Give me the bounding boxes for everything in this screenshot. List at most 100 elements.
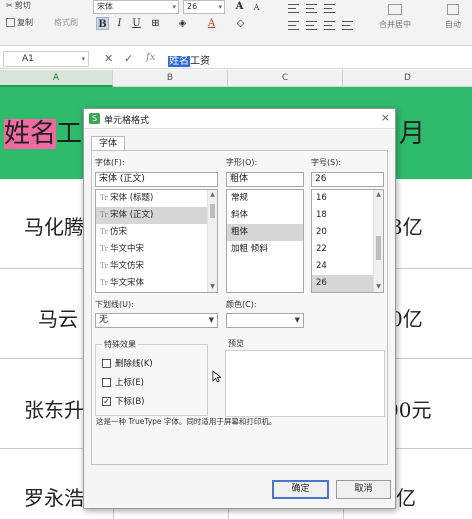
subscript-checkbox[interactable]: ✓ — [102, 396, 111, 406]
column-header-b[interactable]: B — [113, 70, 228, 87]
strikethrough-option[interactable]: 删除线(K) — [102, 357, 153, 369]
font-size-list-item-label: 24 — [316, 261, 327, 271]
preview-box — [225, 350, 385, 417]
formula-input[interactable]: 姓名工资 — [168, 52, 210, 67]
font-size-combo[interactable]: 26 ▾ — [183, 0, 225, 14]
font-size-list[interactable]: 16 18 20 22 24 26 ▲ ▼ — [311, 189, 384, 293]
align-center-icon[interactable] — [306, 21, 317, 30]
cancel-icon[interactable]: ✕ — [104, 52, 113, 65]
cell-name[interactable]: 罗永浩 — [24, 482, 84, 511]
column-header-a[interactable]: A — [0, 70, 113, 87]
font-name-list-item[interactable]: Tr 华文仿宋 — [96, 258, 217, 275]
confirm-icon[interactable]: ✓ — [124, 52, 133, 65]
cell-salary[interactable]: 亿 — [396, 482, 416, 511]
underline-select[interactable]: 无 ▼ — [95, 313, 218, 328]
underline-value: 无 — [99, 315, 109, 325]
align-middle-icon[interactable] — [306, 4, 317, 13]
align-right-icon[interactable] — [324, 21, 335, 30]
fill-color-icon[interactable]: ◈ — [176, 17, 189, 30]
formula-text: 工资 — [190, 56, 210, 67]
font-name-list-item[interactable]: Tr 宋体 (标题) — [96, 190, 217, 207]
font-name-input[interactable]: 宋体 (正文) — [95, 172, 218, 187]
subscript-option[interactable]: ✓ 下标(B) — [102, 395, 144, 407]
font-name-list-item[interactable]: Tr 宋体 (正文) — [96, 207, 217, 224]
superscript-option[interactable]: 上标(E) — [102, 376, 144, 388]
truetype-icon: Tr — [100, 194, 109, 202]
format-cells-dialog: S 单元格格式 × 字体 字体(F): 宋体 (正文) Tr 宋体 (标题) Tr 宋… — [83, 108, 396, 509]
ribbon-toolbar: ✂ 剪切 复制 格式刷 宋体 ▾ 26 ▾ A A B I U ⊞ ◈ A ◇ … — [0, 0, 472, 46]
cell-name[interactable]: 马云 — [38, 303, 78, 332]
tab-font[interactable]: 字体 — [91, 136, 125, 151]
column-header-d[interactable]: D — [343, 70, 472, 87]
font-style-input[interactable]: 粗体 — [226, 172, 304, 187]
insert-function-icon[interactable]: fx — [146, 52, 155, 63]
copy-button[interactable]: 复制 — [6, 17, 33, 28]
cell-name[interactable]: 马化腾 — [24, 211, 84, 240]
border-icon[interactable]: ⊞ — [149, 17, 162, 30]
font-name-combo[interactable]: 宋体 ▾ — [93, 0, 179, 14]
cell-name[interactable]: 张东升 — [24, 394, 84, 423]
font-name-list-item[interactable]: Tr 仿宋 — [96, 224, 217, 241]
font-size-input[interactable]: 26 — [311, 172, 384, 187]
cell-d1[interactable]: 月 — [399, 113, 425, 150]
increase-font-icon[interactable]: A — [233, 0, 246, 13]
column-headers: A B C D — [0, 70, 472, 87]
font-style-list-item[interactable]: 斜体 — [227, 207, 303, 224]
font-color-icon[interactable]: A — [205, 17, 218, 30]
font-name-list[interactable]: Tr 宋体 (标题) Tr 宋体 (正文) Tr 仿宋 Tr 华文中宋 Tr 华文仿宋 Tr 华文宋体… — [95, 189, 218, 293]
scroll-up-icon[interactable]: ▲ — [208, 190, 217, 200]
truetype-icon: Tr — [100, 228, 109, 236]
scroll-thumb[interactable] — [210, 204, 215, 218]
font-style-list[interactable]: 常规斜体粗体 加粗 倾斜 — [226, 189, 304, 293]
cell-a1[interactable]: 姓名工 — [4, 113, 82, 150]
strikethrough-checkbox[interactable] — [102, 358, 111, 368]
scroll-thumb[interactable] — [376, 236, 381, 260]
bold-button[interactable]: B — [96, 17, 109, 30]
format-painter-button[interactable]: 格式刷 — [54, 17, 78, 28]
merge-cells-icon — [388, 4, 402, 15]
size-list-scrollbar[interactable]: ▲ ▼ — [373, 190, 383, 292]
column-header-c[interactable]: C — [228, 70, 343, 87]
close-icon[interactable]: × — [381, 111, 390, 124]
scissors-icon: ✂ — [6, 1, 13, 10]
underline-button[interactable]: U — [130, 17, 143, 30]
font-style-list-item[interactable]: 粗体 — [227, 224, 303, 241]
align-left-icon[interactable] — [288, 21, 299, 30]
font-info-note: 这是一种 TrueType 字体。同时适用于屏幕和打印机。 — [96, 417, 277, 426]
font-name-list-item-label: 华文宋体 — [110, 278, 145, 288]
cell-a1-highlight-text: 姓名 — [4, 119, 57, 149]
clear-format-icon[interactable]: ◇ — [234, 17, 247, 30]
cancel-button[interactable]: 取消 — [336, 480, 391, 499]
superscript-checkbox[interactable] — [102, 377, 111, 387]
scroll-down-icon[interactable]: ▼ — [208, 282, 217, 292]
font-name-list-item-label: 仿宋 — [110, 227, 128, 237]
font-style-list-item[interactable]: 加粗 倾斜 — [227, 241, 303, 258]
font-style-list-item[interactable]: 常规 — [227, 190, 303, 207]
chevron-down-icon: ▾ — [218, 3, 222, 11]
italic-button[interactable]: I — [113, 17, 126, 30]
font-name-list-item-label: 宋体 (标题) — [110, 193, 154, 203]
mouse-cursor-icon — [212, 370, 221, 383]
name-box[interactable]: A1 ▾ — [3, 51, 89, 67]
font-name-list-item-label: 华文中宋 — [110, 244, 145, 254]
copy-icon — [6, 18, 15, 27]
decrease-font-icon[interactable]: A — [250, 1, 263, 14]
wrap-text-button[interactable]: 自动 — [438, 4, 468, 30]
font-list-scrollbar[interactable]: ▲ ▼ — [207, 190, 217, 292]
font-size-label: 字号(S): — [311, 158, 342, 167]
align-bottom-icon[interactable] — [324, 4, 335, 13]
justify-icon[interactable] — [342, 21, 353, 30]
font-name-list-item[interactable]: Tr 华文中宋 — [96, 241, 217, 258]
scroll-up-icon[interactable]: ▲ — [374, 190, 383, 200]
align-top-icon[interactable] — [288, 4, 299, 13]
underline-label: 下划线(U): — [95, 300, 134, 309]
color-select[interactable]: ▼ — [226, 313, 304, 328]
merge-center-button[interactable]: 合并居中 — [370, 4, 420, 30]
chevron-down-icon: ▼ — [294, 316, 300, 324]
cut-button[interactable]: ✂ 剪切 — [6, 0, 31, 11]
dialog-title-bar[interactable]: S 单元格格式 × — [84, 109, 395, 129]
scroll-down-icon[interactable]: ▼ — [374, 282, 383, 292]
font-name-list-item[interactable]: Tr 华文宋体 — [96, 275, 217, 292]
font-style-list-item-label: 斜体 — [231, 210, 249, 220]
ok-button[interactable]: 确定 — [272, 480, 329, 499]
